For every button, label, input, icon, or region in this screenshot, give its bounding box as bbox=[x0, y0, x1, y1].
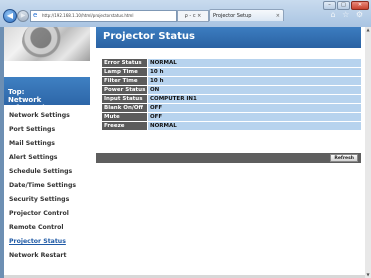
minimize-button[interactable]: – bbox=[323, 1, 336, 10]
ie-icon: e bbox=[33, 11, 38, 19]
sidebar-item-alert-settings[interactable]: Alert Settings bbox=[9, 154, 57, 161]
table-row: Lamp Time 10 h bbox=[102, 68, 361, 76]
vertical-scrollbar[interactable]: ▲ ▼ bbox=[365, 27, 371, 278]
sidebar-item-projector-control[interactable]: Projector Control bbox=[9, 210, 69, 217]
close-window-button[interactable]: ✕ bbox=[351, 1, 369, 10]
browser-chrome: – □ ✕ ◀ ▶ e http://192.168.1.10/html/proj… bbox=[0, 0, 371, 27]
sidebar-item-mail-settings[interactable]: Mail Settings bbox=[9, 140, 55, 147]
status-key: Freeze bbox=[102, 122, 147, 130]
status-value: NORMAL bbox=[148, 59, 361, 67]
action-bar: Refresh bbox=[96, 153, 361, 163]
status-value: ON bbox=[148, 86, 361, 94]
maximize-button[interactable]: □ bbox=[337, 1, 350, 10]
sidebar-item-date-time-settings[interactable]: Date/Time Settings bbox=[9, 182, 76, 189]
status-key: Blank On/Off bbox=[102, 104, 147, 112]
page-content: Top: Network Information Network Setting… bbox=[4, 27, 365, 275]
status-value: OFF bbox=[148, 104, 361, 112]
sidebar-item-projector-status[interactable]: Projector Status bbox=[9, 238, 66, 245]
page-title: Projector Status bbox=[103, 31, 195, 42]
status-key: Power Status bbox=[102, 86, 147, 94]
status-value: 10 h bbox=[148, 77, 361, 85]
address-text: http://192.168.1.10/html/projectorstatus… bbox=[42, 13, 134, 18]
toolbar-icons[interactable]: ⌂ ☆ ⚙ bbox=[330, 10, 365, 19]
sidebar-item-remote-control[interactable]: Remote Control bbox=[9, 224, 64, 231]
table-row: Power Status ON bbox=[102, 86, 361, 94]
projector-lens-image bbox=[4, 27, 90, 61]
tab-title: Projector Setup bbox=[213, 13, 252, 19]
status-key: Mute bbox=[102, 113, 147, 121]
address-actions[interactable]: ρ - c × bbox=[177, 10, 209, 22]
back-button[interactable]: ◀ bbox=[3, 9, 17, 23]
table-row: Freeze NORMAL bbox=[102, 122, 361, 130]
forward-button[interactable]: ▶ bbox=[17, 10, 29, 22]
table-row: Input Status COMPUTER IN1 bbox=[102, 95, 361, 103]
tab-close-icon[interactable]: × bbox=[276, 10, 280, 21]
scroll-down-icon[interactable]: ▼ bbox=[365, 272, 371, 278]
status-value: COMPUTER IN1 bbox=[148, 95, 361, 103]
sidebar-top-title: Network Information bbox=[8, 96, 55, 112]
sidebar-item-network-information[interactable]: Top: Network Information bbox=[4, 77, 90, 112]
address-bar[interactable]: e http://192.168.1.10/html/projectorstatu… bbox=[30, 10, 177, 22]
table-row: Filter Time 10 h bbox=[102, 77, 361, 85]
table-row: Blank On/Off OFF bbox=[102, 104, 361, 112]
main-panel: Projector Status Error Status NORMAL Lamp… bbox=[90, 27, 365, 275]
sidebar-item-schedule-settings[interactable]: Schedule Settings bbox=[9, 168, 72, 175]
tab-projector-setup[interactable]: Projector Setup × bbox=[209, 9, 284, 21]
sidebar-item-network-settings[interactable]: Network Settings bbox=[9, 112, 70, 119]
status-key: Error Status bbox=[102, 59, 147, 67]
status-key: Lamp Time bbox=[102, 68, 147, 76]
sidebar-item-network-restart[interactable]: Network Restart bbox=[9, 252, 66, 259]
status-value: 10 h bbox=[148, 68, 361, 76]
sidebar-item-port-settings[interactable]: Port Settings bbox=[9, 126, 55, 133]
refresh-button[interactable]: Refresh bbox=[330, 154, 358, 162]
status-value: OFF bbox=[148, 113, 361, 121]
table-row: Error Status NORMAL bbox=[102, 59, 361, 67]
page-header: Projector Status bbox=[96, 27, 361, 48]
status-key: Filter Time bbox=[102, 77, 147, 85]
sidebar: Top: Network Information Network Setting… bbox=[4, 27, 90, 275]
table-row: Mute OFF bbox=[102, 113, 361, 121]
sidebar-top-label: Top: bbox=[8, 88, 25, 96]
window-controls: – □ ✕ bbox=[323, 1, 369, 10]
status-value: NORMAL bbox=[148, 122, 361, 130]
status-key: Input Status bbox=[102, 95, 147, 103]
sidebar-item-security-settings[interactable]: Security Settings bbox=[9, 196, 69, 203]
scroll-up-icon[interactable]: ▲ bbox=[365, 27, 371, 33]
